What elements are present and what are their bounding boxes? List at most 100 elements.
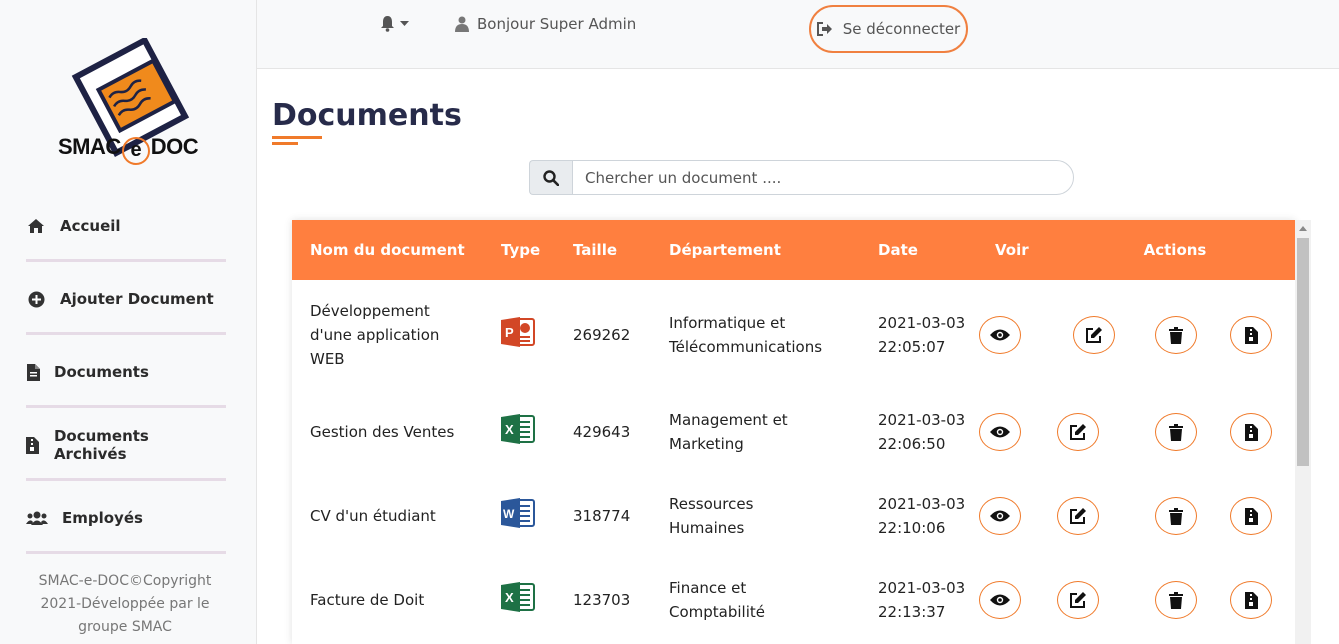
excel-icon: X	[501, 413, 535, 444]
logout-button[interactable]: Se déconnecter	[809, 5, 968, 53]
sidebar-item-label: Documents Archivés	[53, 427, 149, 463]
bell-icon	[381, 16, 394, 32]
table-scrollbar[interactable]	[1295, 220, 1311, 644]
search-button[interactable]	[529, 160, 572, 195]
scrollbar-thumb[interactable]	[1297, 238, 1309, 466]
title-underline	[272, 142, 298, 145]
delete-button[interactable]	[1155, 497, 1197, 535]
archive-button[interactable]	[1230, 497, 1272, 535]
document-size: 318774	[573, 507, 631, 525]
edit-icon	[1070, 424, 1086, 440]
document-department: Finance et Comptabilité	[669, 579, 765, 621]
greeting-text: Bonjour Super Admin	[477, 15, 637, 33]
svg-text:X: X	[505, 590, 514, 605]
sidebar-item-employes[interactable]: Employés	[26, 482, 226, 554]
document-size: 429643	[573, 423, 631, 441]
search-icon	[543, 169, 559, 186]
edit-icon	[1070, 592, 1086, 608]
file-archive-icon	[1244, 591, 1258, 609]
column-header-department: Département	[669, 241, 781, 259]
copyright-text: SMAC-e-DOC©Copyright 2021-Développée par…	[38, 573, 212, 635]
delete-button[interactable]	[1155, 413, 1197, 451]
document-date: 2021-03-03 22:13:37	[878, 579, 966, 621]
view-button[interactable]	[979, 316, 1021, 354]
delete-button[interactable]	[1155, 581, 1197, 619]
view-button[interactable]	[979, 413, 1021, 451]
file-icon	[26, 362, 40, 382]
scroll-up-arrow[interactable]	[1299, 226, 1307, 231]
sign-out-icon	[816, 22, 832, 36]
sidebar-item-accueil[interactable]: Accueil	[26, 190, 226, 262]
file-archive-icon	[1244, 507, 1258, 525]
edit-icon	[1070, 508, 1086, 524]
document-date: 2021-03-03 22:05:07	[878, 314, 966, 356]
table-row: CV d'un étudiant W 318774 Ressources Hum…	[292, 474, 1295, 558]
column-header-name: Nom du document	[310, 241, 465, 259]
edit-button[interactable]	[1057, 497, 1099, 535]
view-button[interactable]	[979, 497, 1021, 535]
document-name: CV d'un étudiant	[310, 507, 436, 525]
svg-text:W: W	[503, 507, 515, 521]
document-department: Informatique et Télécommunications	[669, 314, 823, 356]
table-row: Gestion des Ventes X 429643 Management e…	[292, 390, 1295, 474]
document-name: Facture de Doit	[310, 591, 425, 609]
sidebar: SMAC e DOC Accueil Ajouter Document Docume…	[0, 0, 257, 644]
logout-label: Se déconnecter	[842, 20, 961, 38]
column-header-type: Type	[501, 241, 541, 259]
sidebar-item-label: Employés	[62, 509, 143, 527]
excel-icon: X	[501, 581, 535, 612]
home-icon	[26, 216, 46, 236]
powerpoint-icon: P	[501, 316, 535, 347]
file-archive-icon	[1244, 423, 1258, 441]
file-archive-icon	[26, 435, 40, 455]
svg-text:P: P	[505, 325, 514, 340]
view-button[interactable]	[979, 581, 1021, 619]
sidebar-item-label: Documents	[54, 363, 149, 381]
caret-down-icon	[400, 20, 409, 26]
notifications-dropdown[interactable]	[380, 15, 409, 32]
plus-circle-icon	[26, 289, 46, 309]
eye-icon	[990, 329, 1010, 341]
trash-icon	[1169, 326, 1183, 344]
document-size: 269262	[573, 326, 631, 344]
table-header-row: Nom du document Type Taille Département …	[292, 220, 1295, 280]
edit-button[interactable]	[1057, 581, 1099, 619]
document-size: 123703	[573, 591, 631, 609]
edit-button[interactable]	[1057, 413, 1099, 451]
column-header-actions: Actions	[1143, 241, 1207, 259]
user-icon	[455, 16, 469, 32]
eye-icon	[990, 594, 1010, 606]
documents-table: Nom du document Type Taille Département …	[292, 220, 1295, 644]
users-icon	[26, 508, 48, 528]
search-input[interactable]	[572, 160, 1074, 195]
top-header: Bonjour Super Admin Se déconnecter	[257, 0, 1339, 69]
edit-icon	[1086, 327, 1102, 343]
column-header-date: Date	[878, 241, 918, 259]
archive-button[interactable]	[1230, 413, 1272, 451]
sidebar-item-label: Accueil	[60, 217, 121, 235]
sidebar-item-ajouter-document[interactable]: Ajouter Document	[26, 263, 226, 335]
sidebar-item-documents-archives[interactable]: Documents Archivés	[26, 409, 226, 481]
trash-icon	[1169, 591, 1183, 609]
document-name: Gestion des Ventes	[310, 423, 455, 441]
table-row: Facture de Doit X 123703 Finance et Comp…	[292, 558, 1295, 642]
document-name: Développement d'une application WEB	[310, 302, 440, 368]
trash-icon	[1169, 507, 1183, 525]
sidebar-item-label: Ajouter Document	[60, 290, 214, 308]
eye-icon	[990, 510, 1010, 522]
search-bar	[529, 160, 1074, 195]
document-date: 2021-03-03 22:06:50	[878, 411, 966, 453]
user-greeting: Bonjour Super Admin	[455, 15, 636, 33]
file-archive-icon	[1244, 326, 1258, 344]
document-department: Management et Marketing	[669, 411, 788, 453]
table-row: Développement d'une application WEB P 26…	[292, 280, 1295, 390]
page-title: Documents	[272, 98, 462, 133]
edit-button[interactable]	[1073, 316, 1115, 354]
archive-button[interactable]	[1230, 581, 1272, 619]
logo-text: SMAC e DOC	[58, 134, 199, 165]
document-department: Ressources Humaines	[669, 495, 754, 537]
column-header-size: Taille	[573, 241, 618, 259]
delete-button[interactable]	[1155, 316, 1197, 354]
sidebar-item-documents[interactable]: Documents	[26, 336, 226, 408]
archive-button[interactable]	[1230, 316, 1272, 354]
